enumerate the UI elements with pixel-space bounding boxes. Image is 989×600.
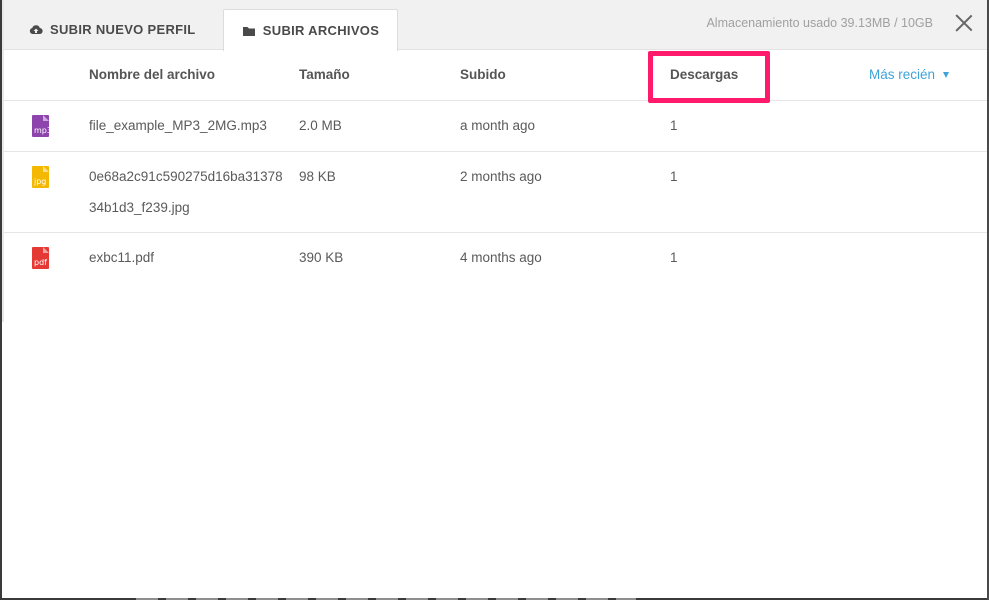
upload-modal: SUBIR NUEVO PERFIL SUBIR ARCHIVOS Almace… <box>2 0 987 598</box>
file-name[interactable]: exbc11.pdf <box>89 242 289 273</box>
storage-usage: Almacenamiento usado 39.13MB / 10GB <box>706 16 933 30</box>
modal-header: SUBIR NUEVO PERFIL SUBIR ARCHIVOS Almace… <box>2 0 987 51</box>
caret-down-icon <box>943 71 949 78</box>
tab-upload-files-label: SUBIR ARCHIVOS <box>262 23 380 38</box>
file-name[interactable]: 0e68a2c91c590275d16ba3137834b1d3_f239.jp… <box>89 161 289 223</box>
file-downloads: 1 <box>670 250 678 265</box>
sort-label: Más recién <box>868 67 935 82</box>
table-row[interactable]: pdf exbc11.pdf 390 KB 4 months ago 1 <box>2 233 987 269</box>
column-header-name[interactable]: Nombre del archivo <box>89 67 215 82</box>
folder-icon <box>242 24 256 38</box>
table-row[interactable]: jpg 0e68a2c91c590275d16ba3137834b1d3_f23… <box>2 152 987 233</box>
sort-dropdown[interactable]: Más recién <box>869 67 949 82</box>
file-size: 2.0 MB <box>299 118 342 133</box>
column-header-uploaded[interactable]: Subido <box>460 67 506 82</box>
tab-upload-files[interactable]: SUBIR ARCHIVOS <box>223 9 398 51</box>
file-size: 98 KB <box>299 169 336 184</box>
table-header: Nombre del archivo Tamaño Subido Descarg… <box>2 51 987 101</box>
tab-upload-profile-label: SUBIR NUEVO PERFIL <box>50 22 196 37</box>
file-downloads: 1 <box>670 118 678 133</box>
cloud-upload-icon <box>29 23 43 37</box>
tab-upload-profile[interactable]: SUBIR NUEVO PERFIL <box>29 9 196 50</box>
file-uploaded: 2 months ago <box>460 169 542 184</box>
mp3-file-icon: mp3 <box>32 115 52 137</box>
file-name[interactable]: file_example_MP3_2MG.mp3 <box>89 110 289 141</box>
table-row[interactable]: mp3 file_example_MP3_2MG.mp3 2.0 MB a mo… <box>2 101 987 152</box>
close-icon[interactable] <box>955 14 973 32</box>
file-size: 390 KB <box>299 250 344 265</box>
jpg-file-icon: jpg <box>32 166 49 188</box>
column-header-size[interactable]: Tamaño <box>299 67 350 82</box>
downloads-highlight-box <box>648 51 770 103</box>
file-uploaded: 4 months ago <box>460 250 542 265</box>
file-downloads: 1 <box>670 169 678 184</box>
pdf-file-icon: pdf <box>32 247 49 269</box>
file-uploaded: a month ago <box>460 118 536 133</box>
